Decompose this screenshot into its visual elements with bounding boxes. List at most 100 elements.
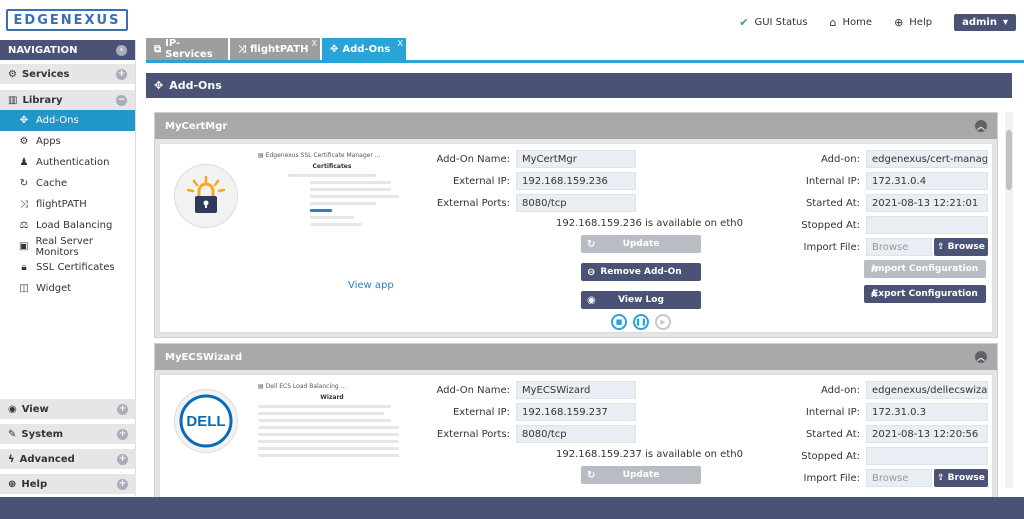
addon-panel-myecswizard: MyECSWizard ︿ DELL ▤ Dell ECS Load Balan… [154,343,998,509]
sidebar-item-add-ons[interactable]: ✥ Add-Ons [0,110,135,131]
internal-ip-field[interactable]: 172.31.0.4 [866,172,988,190]
update-label: Update [622,239,660,249]
system-label: System [21,428,64,440]
sidebar-item-flightpath[interactable]: ⤨ flightPATH [0,194,135,215]
sidebar-section-advanced[interactable]: ϟ Advanced + [0,449,136,469]
addon-image-row: Add-on: edgenexus/dellecswizarc [800,381,988,399]
sidebar-section-library[interactable]: ▥ Library − [0,90,135,110]
addon-image-field[interactable]: edgenexus/cert-manage [866,150,988,168]
availability-text: 192.168.159.236 is available on eth0 [556,218,743,229]
home-link[interactable]: ⌂ Home [830,16,873,29]
page-title-bar: ✥ Add-Ons [146,73,1012,98]
update-button[interactable]: ↻ Update [581,466,701,484]
expand-plus-icon[interactable]: + [117,428,128,440]
external-ports-field[interactable]: 8080/tcp [516,194,636,212]
view-log-button[interactable]: ◉ View Log [581,291,701,309]
expand-plus-icon[interactable]: + [117,478,128,490]
sidebar-section-view[interactable]: ◉ View + [0,399,136,419]
view-log-label: View Log [618,295,664,305]
stopped-at-field[interactable] [866,216,988,234]
stop-control-icon[interactable]: ■ [611,314,627,330]
addon-image-field[interactable]: edgenexus/dellecswizarc [866,381,988,399]
sidebar-section-system[interactable]: ✎ System + [0,424,136,444]
started-at-row: Started At: 2021-08-13 12:20:56 [800,425,988,443]
external-ports-row: External Ports: 8080/tcp [430,194,636,212]
addon-name-field[interactable]: MyECSWizard [516,381,636,399]
sidebar-section-services[interactable]: ⚙ Services + [0,64,135,84]
started-at-field[interactable]: 2021-08-13 12:21:01 [866,194,988,212]
browse-button[interactable]: ⇪ Browse [934,469,988,487]
preview-heading: Certificates [312,163,352,170]
expand-plus-icon[interactable]: + [117,403,128,415]
chart-icon: ◫ [19,283,29,294]
share-icon: ⇪ [937,242,945,252]
collapse-minus-icon[interactable]: − [116,94,127,106]
user-menu-button[interactable]: admin ▾ [954,14,1016,31]
view-app-link[interactable]: View app [348,280,394,291]
tab-ip-services[interactable]: ⧉ IP-Services [146,38,228,60]
collapse-chevron-up-icon[interactable]: ︿ [975,120,987,132]
tab-flightpath[interactable]: ⤨ flightPATH X [230,38,320,60]
sidebar-item-label: Cache [36,178,68,189]
preview-line [309,223,362,226]
sidebar-section-help[interactable]: ⊕ Help + [0,474,136,494]
internal-ip-field[interactable]: 172.31.0.3 [866,403,988,421]
collapse-chevron-up-icon[interactable]: ︿ [975,351,987,363]
tab-label: flightPATH [250,43,309,55]
preview-title: Dell ECS Load Balancing ... [265,383,347,390]
remove-addon-button[interactable]: ⊖ Remove Add-On [581,263,701,281]
books-icon: ▥ [8,94,18,106]
close-tab-icon[interactable]: X [312,39,317,48]
content-scrollbar-thumb[interactable] [1006,130,1012,190]
sidebar-item-apps[interactable]: ⚙ Apps [0,131,135,152]
gui-status-link[interactable]: ✔ GUI Status [739,16,807,29]
navigation-header: NAVIGATION ‹ [0,40,135,60]
import-file-input[interactable]: Browse [866,238,932,256]
addon-panel-header: MyCertMgr ︿ [155,113,997,139]
update-button[interactable]: ↻ Update [581,235,701,253]
external-ip-field[interactable]: 192.168.159.237 [516,403,636,421]
sidebar-item-widget[interactable]: ◫ Widget [0,278,135,299]
stopped-at-field[interactable] [866,447,988,465]
close-tab-icon[interactable]: X [398,39,403,48]
expand-plus-icon[interactable]: + [116,68,127,80]
home-icon: ⌂ [829,16,837,29]
browse-button[interactable]: ⇪ Browse [934,238,988,256]
preview-line [309,188,392,191]
sidebar-item-ssl-certificates[interactable]: 🔒︎ SSL Certificates [0,257,135,278]
export-configuration-button[interactable]: ∩ Export Configuration [864,285,986,303]
share-icon: ⇪ [937,473,945,483]
external-ip-row: External IP: 192.168.159.237 [430,403,636,421]
tab-add-ons[interactable]: ✥ Add-Ons X [322,38,406,60]
export-config-label: Export Configuration [872,289,978,299]
sidebar-item-load-balancing[interactable]: ⚖ Load Balancing [0,215,135,236]
sidebar-item-authentication[interactable]: ♟ Authentication [0,152,135,173]
external-ip-field[interactable]: 192.168.159.236 [516,172,636,190]
started-at-field[interactable]: 2021-08-13 12:20:56 [866,425,988,443]
addon-name-field[interactable]: MyCertMgr [516,150,636,168]
edgenexus-logo[interactable]: EDGENEXUS [6,9,128,31]
import-file-input[interactable]: Browse [866,469,932,487]
refresh-icon: ↻ [587,469,596,481]
play-control-icon[interactable]: ▶ [655,314,671,330]
addon-panel-title: MyCertMgr [165,120,228,132]
home-label: Home [842,17,873,28]
sidebar-bottom-sections: ◉ View + ✎ System + ϟ Advanced + ⊕ Help + [0,394,136,494]
external-ports-field[interactable]: 8080/tcp [516,425,636,443]
advanced-label: Advanced [19,453,75,465]
pause-control-icon[interactable]: ❚❚ [633,314,649,330]
minus-circle-icon: ⊖ [587,266,596,278]
sidebar-item-cache[interactable]: ↻ Cache [0,173,135,194]
document-icon: ▤ [258,383,264,390]
help-link[interactable]: ⊕ Help [894,16,932,29]
import-configuration-button[interactable]: ∩ Import Configuration [864,260,986,278]
external-ports-row: External Ports: 8080/tcp [430,425,636,443]
refresh-icon: ↻ [19,178,29,189]
top-navigation: ✔ GUI Status ⌂ Home ⊕ Help admin ▾ [739,14,1016,31]
bolt-icon: ϟ [8,453,15,465]
addon-panel-title: MyECSWizard [165,351,243,363]
collapse-sidebar-icon[interactable]: ‹ [116,44,127,56]
expand-plus-icon[interactable]: + [117,453,128,465]
sidebar-item-real-server-monitors[interactable]: ▣ Real Server Monitors [0,236,135,258]
preview-line [309,181,392,184]
